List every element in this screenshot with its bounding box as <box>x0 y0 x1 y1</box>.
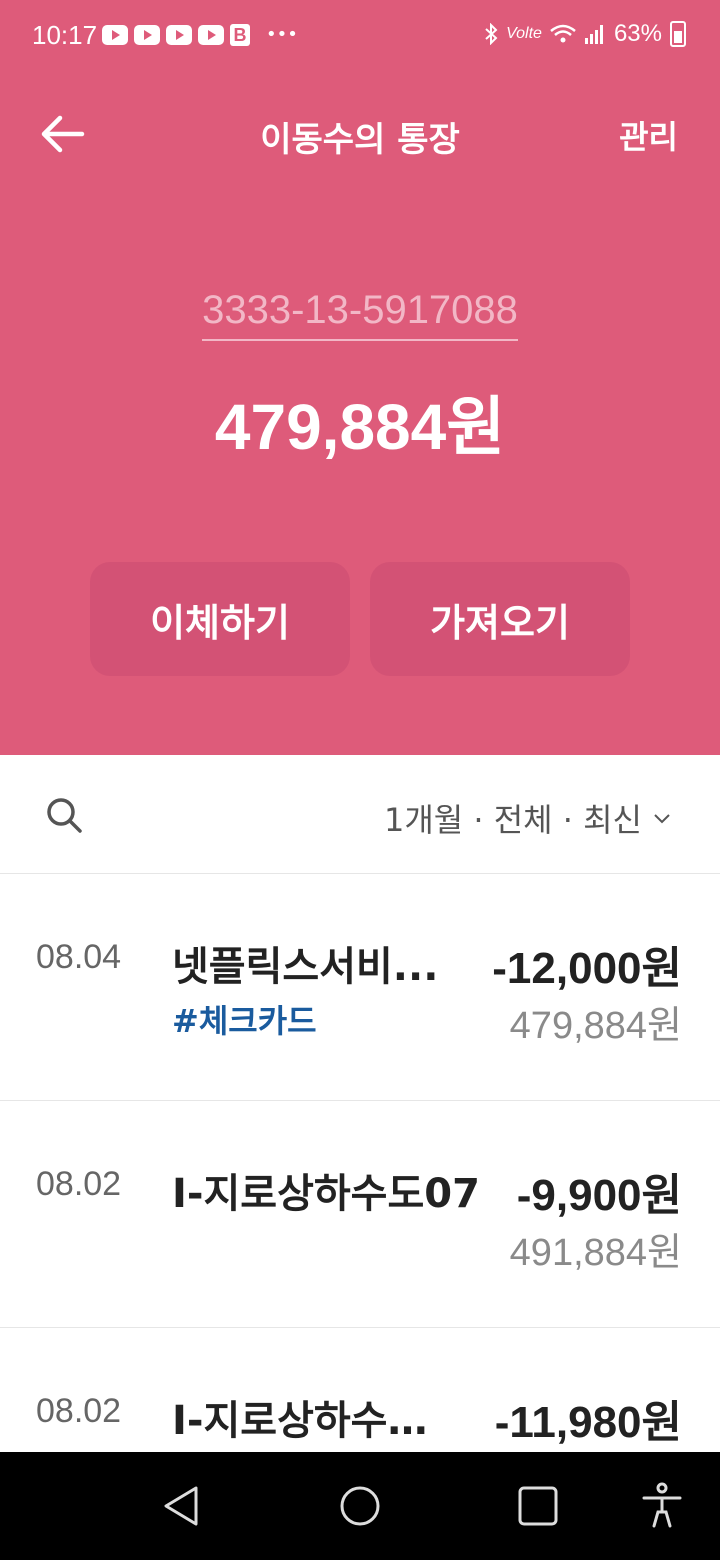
volte-icon: Volte <box>506 25 542 42</box>
nav-home-icon[interactable] <box>334 1480 386 1532</box>
wifi-icon <box>550 24 576 43</box>
status-time: 10:17 <box>32 20 98 50</box>
transaction-tag: #체크카드 <box>172 1002 317 1040</box>
transaction-amount: -12,000원 <box>492 944 682 993</box>
bluetooth-icon <box>485 23 498 45</box>
transaction-name: 넷플릭스서비... <box>172 944 439 990</box>
youtube-icon <box>166 25 192 45</box>
filter-bar: 1개월 · 전체 · 최신 <box>0 755 720 874</box>
account-header: 10:17 B ••• Volte 63% 이동수의 통장 관리 3333-13… <box>0 0 720 755</box>
filter-label: 1개월 · 전체 · 최신 <box>383 801 642 839</box>
manage-button[interactable]: 관리 <box>619 112 678 158</box>
battery-icon <box>670 21 686 47</box>
accessibility-icon[interactable] <box>636 1480 688 1532</box>
chevron-down-icon <box>654 814 670 824</box>
transaction-name: I-지로상하수도... <box>172 1398 462 1444</box>
transaction-balance: 479,884원 <box>509 1005 682 1047</box>
youtube-icon <box>102 25 128 45</box>
filter-dropdown[interactable]: 1개월 · 전체 · 최신 <box>384 795 672 841</box>
transaction-date: 08.02 <box>36 1392 122 1430</box>
nav-recents-icon[interactable] <box>512 1480 564 1532</box>
status-indicators: Volte 63% <box>484 20 686 48</box>
transaction-date: 08.04 <box>36 938 122 976</box>
search-icon[interactable] <box>44 795 84 835</box>
notification-icons: B ••• <box>102 24 298 46</box>
account-number[interactable]: 3333-13-5917088 <box>0 288 720 341</box>
account-number-text[interactable]: 3333-13-5917088 <box>202 288 518 341</box>
fetch-button[interactable]: 가져오기 <box>370 562 630 676</box>
transaction-name: I-지로상하수도07 <box>172 1171 480 1217</box>
youtube-icon <box>134 25 160 45</box>
transaction-row[interactable]: 08.04 넷플릭스서비... #체크카드 -12,000원 479,884원 <box>0 874 720 1101</box>
battery-percent: 63% <box>613 20 662 47</box>
signal-icon <box>584 25 603 44</box>
transfer-button[interactable]: 이체하기 <box>90 562 350 676</box>
more-dots-icon: ••• <box>266 24 298 45</box>
nav-back-icon[interactable] <box>156 1480 208 1532</box>
transaction-amount: -9,900원 <box>516 1171 682 1220</box>
account-balance: 479,884원 <box>214 391 506 463</box>
system-nav-bar <box>0 1452 720 1560</box>
transaction-date: 08.02 <box>36 1165 122 1203</box>
transaction-amount: -11,980원 <box>494 1398 682 1447</box>
page-title: 이동수의 통장 <box>260 120 460 160</box>
status-bar: 10:17 B ••• Volte 63% <box>0 0 720 72</box>
transaction-row[interactable]: 08.02 I-지로상하수도07 -9,900원 491,884원 <box>0 1101 720 1328</box>
top-app-bar: 이동수의 통장 관리 <box>0 90 720 180</box>
b-app-icon: B <box>230 24 250 46</box>
youtube-icon <box>198 25 224 45</box>
transaction-balance: 491,884원 <box>509 1232 682 1274</box>
